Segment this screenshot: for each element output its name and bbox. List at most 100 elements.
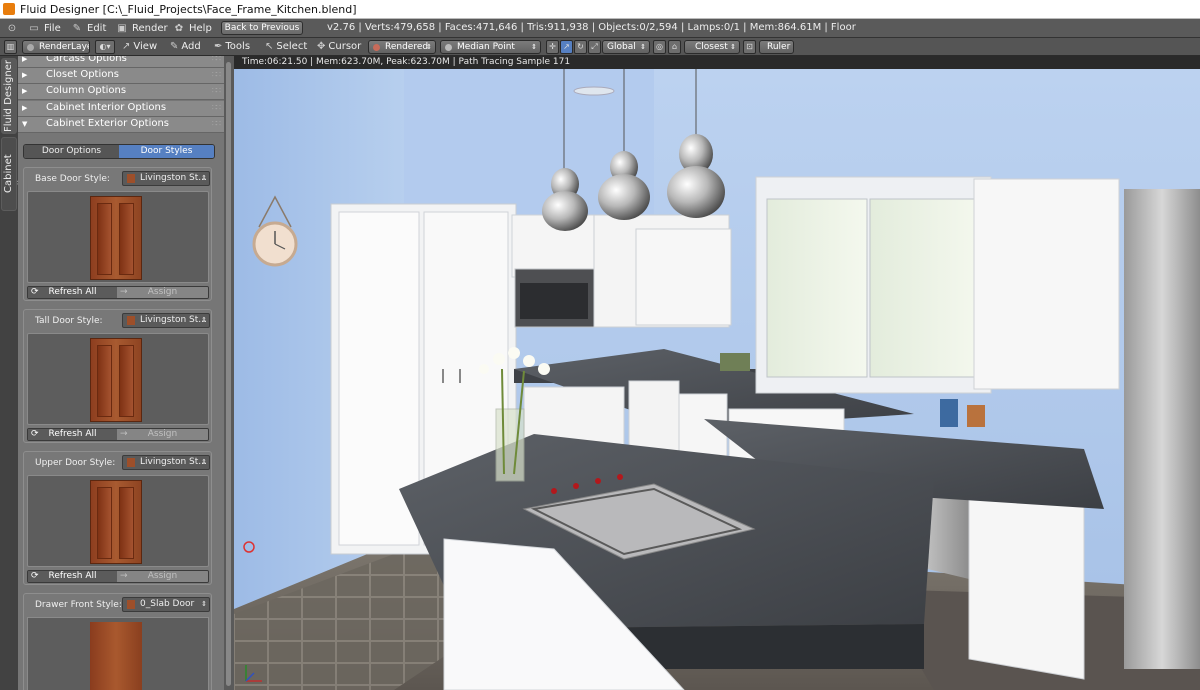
refresh-all-button[interactable]: ⟳ Refresh All (28, 429, 117, 440)
drag-grip-icon[interactable]: ∷∷ (212, 117, 221, 131)
drag-grip-icon[interactable]: ∷∷ (212, 101, 221, 115)
section-cabinet-exterior-options[interactable]: ▼ Cabinet Exterior Options ∷∷ (18, 117, 224, 133)
editor-type-icon[interactable]: ▥ (4, 40, 17, 54)
drawer-front-preview[interactable] (27, 617, 209, 690)
menu-help[interactable]: ✿ Help (173, 22, 212, 35)
upper-door-style-select[interactable]: Livingston St... ⇕ (122, 455, 210, 470)
snap-options-icon[interactable]: ⊡ (743, 40, 756, 54)
tall-door-group: Tall Door Style: Livingston St... ⇕ ⟳ Refr… (23, 309, 212, 443)
base-door-group: Base Door Style: Livingston St... ⇕ ⟳ Refr… (23, 167, 212, 301)
pivot-point-dropdown[interactable]: Median Point ⇕ (440, 40, 541, 54)
door-tabs: Door Options Door Styles (23, 144, 215, 159)
section-cabinet-interior-options[interactable]: ▶ Cabinet Interior Options ∷∷ (18, 101, 224, 117)
drawer-front-label: Drawer Front Style: (35, 600, 122, 610)
cursor-icon: ✥ (317, 41, 326, 52)
select-icon: ↖ (265, 41, 274, 52)
section-closet-options[interactable]: ▶ Closet Options ∷∷ (18, 68, 224, 84)
menu-view[interactable]: ↗ View (122, 41, 157, 52)
menu-edit[interactable]: ✎ Edit (71, 22, 107, 35)
assign-button[interactable]: → Assign (117, 287, 208, 298)
refresh-all-button[interactable]: ⟳ Refresh All (28, 287, 117, 298)
tool-shelf-panel: ▶ Carcass Options ∷∷ ▶ Closet Options ∷∷ ▶ Co… (18, 56, 224, 690)
render-layer-toggle-icon[interactable]: ◐▾ (95, 40, 115, 54)
translate-manipulator-icon[interactable]: ↗ (560, 40, 573, 54)
menu-file[interactable]: ▭ File (28, 22, 60, 35)
scrollbar-thumb[interactable] (226, 62, 231, 686)
upper-door-label: Upper Door Style: (35, 458, 116, 468)
rotate-manipulator-icon[interactable]: ↻ (574, 40, 587, 54)
drag-grip-icon[interactable]: ∷∷ (212, 68, 221, 82)
info-editor-icon[interactable]: ⊙ (6, 22, 22, 35)
view-icon: ↗ (122, 41, 131, 52)
transform-orientation-dropdown[interactable]: Global ⇕ (602, 40, 650, 54)
tools-icon: ✒ (214, 41, 223, 52)
menu-cursor[interactable]: ✥ Cursor (317, 41, 361, 52)
button-row: ⟳ Refresh All → Assign (27, 428, 209, 441)
tab-fluid-designer[interactable]: Fluid Designer (1, 58, 17, 134)
door-swatch-icon (127, 316, 135, 325)
refresh-all-button[interactable]: ⟳ Refresh All (28, 571, 117, 582)
menu-select[interactable]: ↖ Select (265, 41, 307, 52)
ruler-button[interactable]: Ruler (759, 40, 794, 54)
window-title: Fluid Designer [C:\_Fluid_Projects\Face_… (20, 3, 357, 16)
base-door-preview[interactable] (27, 191, 209, 283)
file-icon: ▭ (29, 23, 39, 34)
tall-door-preview[interactable] (27, 333, 209, 425)
assign-button[interactable]: → Assign (117, 571, 208, 582)
drawer-front-style-select[interactable]: 0_Slab Door ⇕ (122, 597, 210, 612)
expand-arrow-icon: ▶ (22, 104, 28, 112)
door-thumbnail (90, 480, 142, 564)
scene-stats: v2.76 | Verts:479,658 | Faces:471,646 | … (327, 22, 856, 33)
upper-door-preview[interactable] (27, 475, 209, 567)
app-logo-icon (3, 3, 15, 15)
manipulator-toggle-icon[interactable]: ✛ (546, 40, 559, 54)
viewport-shading-dropdown[interactable]: Rendered ⇕ (368, 40, 436, 54)
door-thumbnail (90, 196, 142, 280)
tall-door-label: Tall Door Style: (35, 316, 103, 326)
render-icon: ▣ (117, 23, 127, 34)
arrow-right-icon: → (120, 429, 128, 439)
back-to-previous-button[interactable]: Back to Previous (221, 21, 303, 35)
drag-grip-icon[interactable]: ∷∷ (212, 84, 221, 98)
3d-viewport[interactable]: Time:06:21.50 | Mem:623.70M, Peak:623.70… (234, 56, 1200, 690)
upper-door-group: Upper Door Style: Livingston St... ⇕ ⟳ Ref… (23, 451, 212, 585)
menu-tools[interactable]: ✒ Tools (214, 41, 250, 52)
drag-grip-icon[interactable]: ∷∷ (212, 56, 221, 66)
render-layer-selector[interactable]: RenderLayer (22, 40, 90, 54)
tab-cabinet-library[interactable]: Cabinet Library (1, 137, 28, 211)
tool-shelf-tabs: Fluid Designer Cabinet Library (0, 56, 28, 690)
assign-button[interactable]: → Assign (117, 429, 208, 440)
scale-manipulator-icon[interactable]: ⤢ (588, 40, 601, 54)
refresh-icon: ⟳ (31, 287, 39, 297)
arrow-right-icon: → (120, 571, 128, 581)
tab-door-options[interactable]: Door Options (24, 145, 119, 158)
section-column-options[interactable]: ▶ Column Options ∷∷ (18, 84, 224, 100)
menu-render[interactable]: ▣ Render (116, 22, 167, 35)
render-info: Time:06:21.50 | Mem:623.70M, Peak:623.70… (234, 56, 1200, 69)
base-door-label: Base Door Style: (35, 174, 110, 184)
base-door-style-select[interactable]: Livingston St... ⇕ (122, 171, 210, 186)
help-icon: ✿ (174, 23, 184, 34)
button-row: ⟳ Refresh All → Assign (27, 570, 209, 583)
expand-arrow-icon: ▶ (22, 71, 28, 79)
door-thumbnail (90, 338, 142, 422)
tab-door-styles[interactable]: Door Styles (119, 145, 214, 158)
door-swatch-icon (127, 174, 135, 183)
door-swatch-icon (127, 458, 135, 467)
drawer-front-group: Drawer Front Style: 0_Slab Door ⇕ (23, 593, 212, 690)
menu-add[interactable]: ✎ Add (170, 41, 201, 52)
snap-target-dropdown[interactable]: Closest ⇕ (684, 40, 740, 54)
tall-door-style-select[interactable]: Livingston St... ⇕ (122, 313, 210, 328)
section-carcass-options[interactable]: ▶ Carcass Options ∷∷ (18, 56, 224, 68)
kitchen-render (234, 69, 1200, 690)
title-bar: Fluid Designer [C:\_Fluid_Projects\Face_… (0, 0, 1200, 19)
slab-door-thumbnail (90, 622, 142, 690)
proportional-edit-icon[interactable]: ◎ (653, 40, 666, 54)
panel-scrollbar[interactable] (224, 56, 234, 690)
button-row: ⟳ Refresh All → Assign (27, 286, 209, 299)
menu-bar: ⊙ ▭ File ✎ Edit ▣ Render ✿ Help Back to Prev… (0, 19, 1200, 38)
edit-icon: ✎ (72, 23, 82, 34)
door-swatch-icon (127, 600, 135, 609)
collapse-arrow-icon: ▼ (22, 120, 28, 128)
snap-toggle-icon[interactable]: ⌂ (668, 40, 681, 54)
